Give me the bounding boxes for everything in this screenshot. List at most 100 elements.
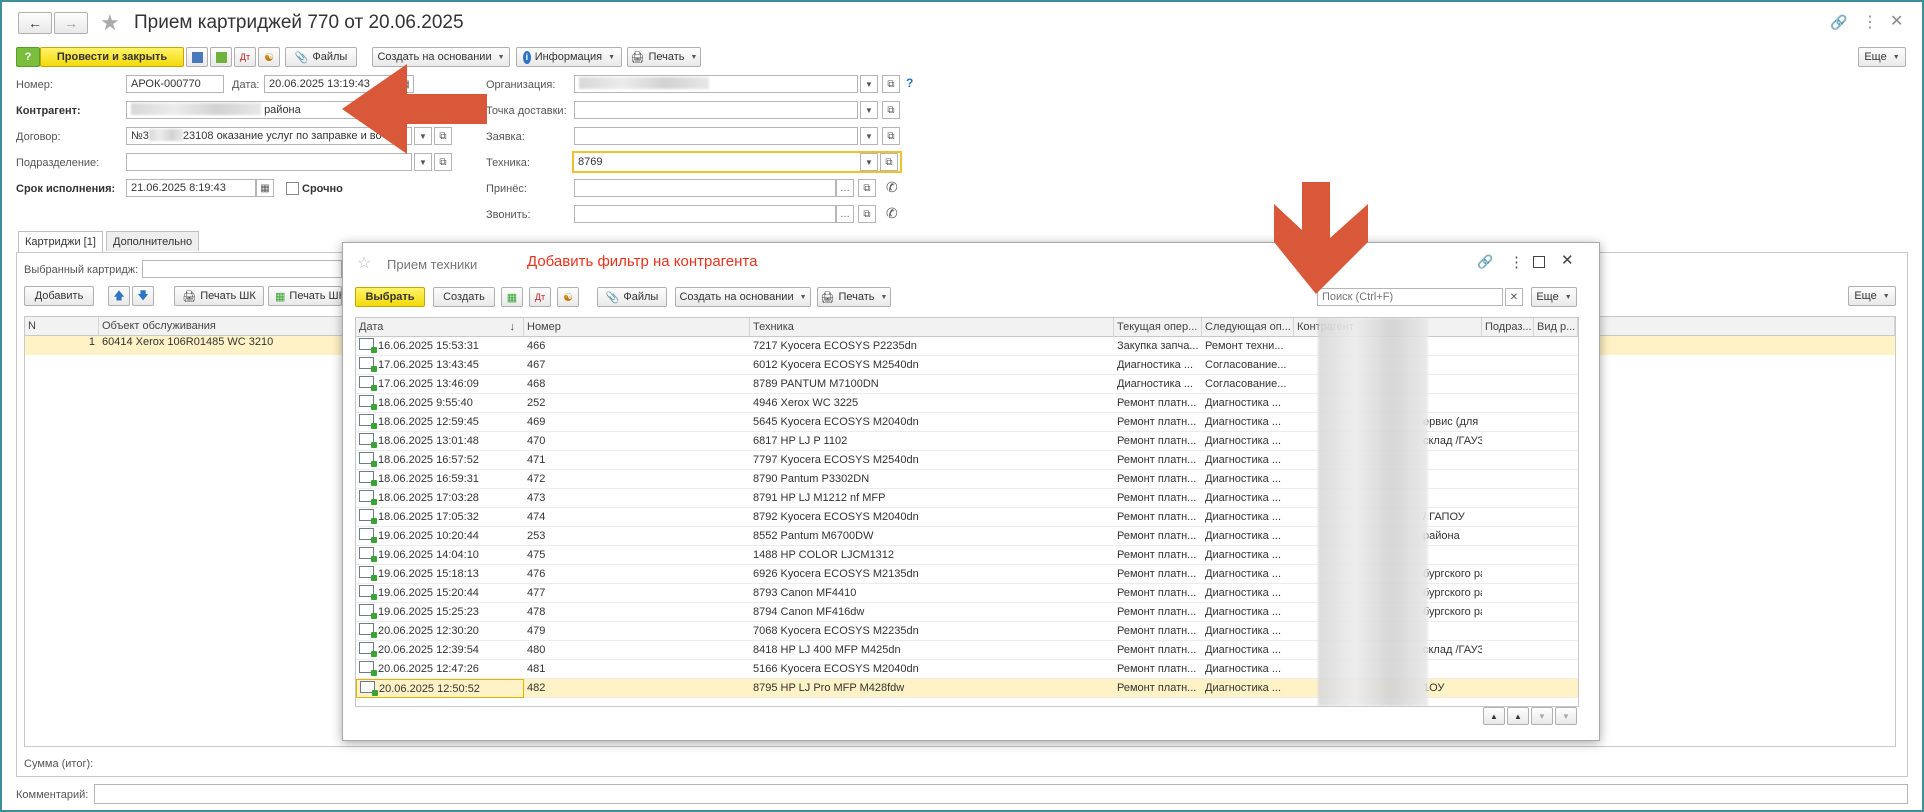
move-down-icon[interactable]: 🡇 xyxy=(132,286,154,306)
cell-tech-text: 8789 PANTUM M7100DN xyxy=(753,378,879,390)
cell-date: 16.06.2025 15:53:31 xyxy=(356,337,524,356)
close-icon[interactable]: ✕ xyxy=(1890,11,1903,31)
create-based-button[interactable]: Создать на основании ▼ xyxy=(675,287,811,307)
org-dropdown[interactable]: ▼ xyxy=(860,75,878,93)
more-vert-icon[interactable]: ⋮ xyxy=(1862,12,1878,32)
last-page-icon[interactable]: ▼ xyxy=(1555,707,1577,725)
call-field[interactable] xyxy=(574,205,836,223)
col-next-op[interactable]: Следующая оп... xyxy=(1202,318,1294,337)
forward-button[interactable]: → xyxy=(54,12,88,34)
equipment-open-icon[interactable]: ⧉ xyxy=(880,153,898,171)
col-current-op[interactable]: Текущая опер... xyxy=(1114,318,1202,337)
dt-kt-icon[interactable]: Дт xyxy=(529,287,551,307)
deadline-field[interactable]: 21.06.2025 8:19:43 xyxy=(126,179,256,197)
help-icon[interactable]: ? xyxy=(16,47,40,67)
next-page-icon[interactable]: ▼ xyxy=(1531,707,1553,725)
print-button[interactable]: 🖨 Печать ▼ xyxy=(817,287,891,307)
col-date[interactable]: Дата ↓ xyxy=(356,318,524,337)
help-link[interactable]: ? xyxy=(906,76,913,90)
structure-icon[interactable]: ☯ xyxy=(258,47,280,67)
favorite-star-icon[interactable]: ☆ xyxy=(357,253,371,273)
comment-label: Комментарий: xyxy=(16,789,89,801)
ellipsis-icon[interactable]: … xyxy=(836,179,854,197)
number-field[interactable]: АРОК-000770 xyxy=(126,75,224,93)
link-icon[interactable]: 🔗 xyxy=(1830,14,1847,31)
org-open-icon[interactable]: ⧉ xyxy=(882,75,900,93)
cell-date: 17.06.2025 13:43:45 xyxy=(356,356,524,375)
print-barcode2-button[interactable]: ▦ Печать ШК xyxy=(268,286,342,306)
more-label: Еще xyxy=(1864,51,1887,63)
cell-num: 470 xyxy=(524,432,750,451)
col-kind[interactable]: Вид р... xyxy=(1534,318,1578,337)
link-icon[interactable]: 🔗 xyxy=(1477,254,1493,270)
add-button[interactable]: Добавить xyxy=(24,286,94,306)
back-button[interactable]: ← xyxy=(18,12,52,34)
close-icon[interactable]: ✕ xyxy=(1561,251,1574,269)
request-field[interactable] xyxy=(574,127,858,145)
select-button[interactable]: Выбрать xyxy=(355,287,425,307)
col-number[interactable]: Номер xyxy=(524,318,750,337)
info-button[interactable]: i Информация ▼ xyxy=(516,47,622,67)
cell-num-text: 468 xyxy=(527,378,546,390)
request-dropdown[interactable]: ▼ xyxy=(860,127,878,145)
cell-next-text: Диагностика ... xyxy=(1205,454,1281,466)
delivery-open-icon[interactable]: ⧉ xyxy=(882,101,900,119)
cell-cur-text: Ремонт платн... xyxy=(1117,473,1197,485)
cell-kind xyxy=(1534,679,1578,698)
post-icon[interactable] xyxy=(210,47,232,67)
maximize-icon[interactable] xyxy=(1533,256,1545,268)
delivery-dropdown[interactable]: ▼ xyxy=(860,101,878,119)
save-icon[interactable] xyxy=(186,47,208,67)
structure-icon[interactable]: ☯ xyxy=(557,287,579,307)
cell-date: 18.06.2025 16:59:31 xyxy=(356,470,524,489)
dt-kt-icon[interactable]: Дт xyxy=(234,47,256,67)
calendar-icon[interactable]: ▦ xyxy=(256,179,274,197)
clear-search-icon[interactable]: ✕ xyxy=(1505,288,1523,306)
cartridges-more-button[interactable]: Еще ▼ xyxy=(1848,286,1896,306)
brought-field[interactable] xyxy=(574,179,836,197)
tab-additional[interactable]: Дополнительно xyxy=(106,231,200,251)
comment-field[interactable] xyxy=(94,784,1908,804)
col-equipment[interactable]: Техника xyxy=(750,318,1114,337)
phone-icon[interactable]: ✆ xyxy=(886,179,898,196)
redacted-block xyxy=(148,129,183,141)
col-n[interactable]: N xyxy=(25,317,99,336)
brought-open-icon[interactable]: ⧉ xyxy=(858,179,876,197)
move-up-icon[interactable]: 🡅 xyxy=(108,286,130,306)
more-button[interactable]: Еще ▼ xyxy=(1858,47,1906,67)
tab-cartridges[interactable]: Картриджи [1] xyxy=(18,231,103,252)
col-division[interactable]: Подраз... xyxy=(1482,318,1534,337)
cell-cur: Ремонт платн... xyxy=(1114,527,1202,546)
print-barcode-button[interactable]: 🖨 Печать ШК xyxy=(174,286,264,306)
dialog-more-button[interactable]: Еще ▼ xyxy=(1531,287,1577,307)
more-vert-icon[interactable]: ⋮ xyxy=(1509,253,1524,271)
post-close-button[interactable]: Провести и закрыть xyxy=(40,47,184,67)
cell-tech-text: 8791 HP LJ M1212 nf MFP xyxy=(753,492,886,504)
print-button[interactable]: 🖨 Печать ▼ xyxy=(627,47,701,67)
request-open-icon[interactable]: ⧉ xyxy=(882,127,900,145)
delivery-field[interactable] xyxy=(574,101,858,119)
cell-date-text: 18.06.2025 16:59:31 xyxy=(378,473,479,485)
org-field[interactable] xyxy=(574,75,858,93)
cell-contr: / ГАПОУ xyxy=(1420,508,1482,527)
prev-page-icon[interactable]: ▲ xyxy=(1507,707,1529,725)
document-icon xyxy=(359,433,377,448)
cell-cur-text: Ремонт платн... xyxy=(1117,511,1197,523)
cell-date-text: 20.06.2025 12:30:20 xyxy=(378,625,479,637)
equipment-field[interactable]: 8769 xyxy=(572,151,902,173)
first-page-icon[interactable]: ▲ xyxy=(1483,707,1505,725)
phone-icon[interactable]: ✆ xyxy=(886,205,898,222)
cell-cur-text: Ремонт платн... xyxy=(1117,587,1197,599)
cell-num: 482 xyxy=(524,679,750,698)
create-button[interactable]: Создать xyxy=(433,287,495,307)
favorite-star-icon[interactable]: ★ xyxy=(100,10,120,36)
call-open-icon[interactable]: ⧉ xyxy=(858,205,876,223)
selected-cartridge-field[interactable] xyxy=(142,260,342,278)
cell-dept xyxy=(1482,451,1534,470)
ellipsis-icon[interactable]: … xyxy=(836,205,854,223)
copy-icon[interactable]: ▦ xyxy=(501,287,523,307)
cell-date: 20.06.2025 12:50:52 xyxy=(356,679,524,698)
urgent-checkbox[interactable] xyxy=(286,182,299,195)
files-button[interactable]: 📎 Файлы xyxy=(597,287,667,307)
equipment-dropdown[interactable]: ▼ xyxy=(860,153,878,171)
